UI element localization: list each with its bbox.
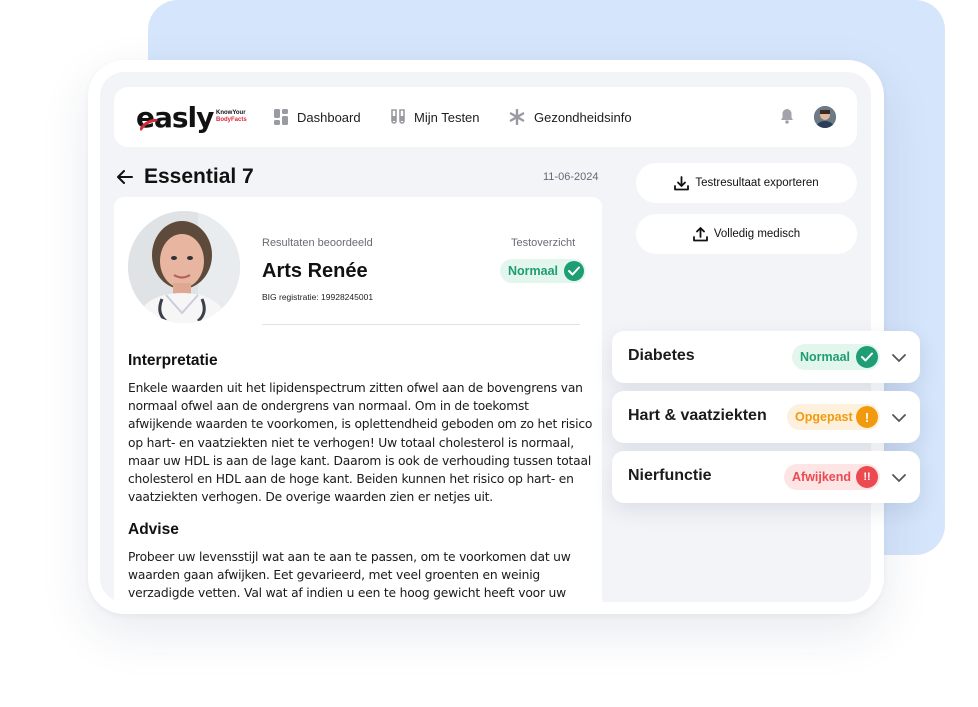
test-date: 11-06-2024 bbox=[543, 171, 599, 183]
nav-item-gezondheidsinfo[interactable]: Gezondheidsinfo bbox=[509, 87, 632, 147]
dashboard-icon bbox=[274, 109, 288, 125]
chevron-down-icon[interactable] bbox=[892, 410, 906, 428]
export-result-label: Testresultaat exporteren bbox=[695, 177, 819, 189]
doctor-name: Arts Renée bbox=[262, 260, 368, 282]
nav-label-dashboard: Dashboard bbox=[297, 109, 361, 125]
overview-status-text: Normaal bbox=[508, 264, 559, 278]
chevron-down-icon[interactable] bbox=[892, 350, 906, 368]
result-row-hart-vaatziekten[interactable]: Hart & vaatziekten Opgepast ! bbox=[612, 391, 920, 443]
asterisk-icon bbox=[509, 109, 525, 125]
test-overview-label: Testoverzicht bbox=[511, 237, 576, 249]
interpretation-title: Interpretatie bbox=[128, 352, 218, 369]
chevron-down-icon[interactable] bbox=[892, 470, 906, 488]
page-title: Essential 7 bbox=[144, 165, 254, 188]
full-medical-button[interactable]: Volledig medisch bbox=[636, 214, 857, 254]
result-label: Hart & vaatziekten bbox=[628, 407, 767, 424]
nav-item-mijn-testen[interactable]: Mijn Testen bbox=[391, 87, 480, 147]
download-icon bbox=[674, 175, 690, 191]
test-tubes-icon bbox=[391, 109, 405, 125]
advice-text: Probeer uw levensstijl wat aan te aan te… bbox=[128, 550, 571, 601]
nav-label-mijn-testen: Mijn Testen bbox=[414, 109, 480, 125]
result-row-nierfunctie[interactable]: Nierfunctie Afwijkend !! bbox=[612, 451, 920, 503]
status-badge: Normaal bbox=[792, 344, 880, 370]
divider bbox=[262, 324, 580, 325]
exclamation-icon: ! bbox=[856, 406, 878, 428]
status-badge: Opgepast ! bbox=[787, 404, 880, 430]
doctor-photo bbox=[128, 211, 240, 323]
back-arrow-icon[interactable] bbox=[117, 170, 133, 189]
logo-swoosh-icon bbox=[140, 119, 158, 131]
bell-icon[interactable] bbox=[780, 108, 794, 129]
double-exclamation-icon: !! bbox=[856, 466, 878, 488]
result-card: Resultaten beoordeeld Testoverzicht Arts… bbox=[114, 197, 602, 602]
user-avatar[interactable] bbox=[814, 106, 836, 128]
advice-title: Advise bbox=[128, 521, 179, 538]
status-badge: Afwijkend !! bbox=[784, 464, 880, 490]
logo-tagline: KnowYour BodyFacts bbox=[216, 110, 247, 123]
big-registration: BIG registratie: 19928245001 bbox=[262, 292, 374, 302]
check-icon bbox=[856, 346, 878, 368]
full-medical-label: Volledig medisch bbox=[713, 228, 801, 240]
nav-label-gezondheidsinfo: Gezondheidsinfo bbox=[534, 109, 632, 125]
nav-item-dashboard[interactable]: Dashboard bbox=[274, 87, 361, 147]
upload-icon bbox=[692, 226, 708, 242]
interpretation-text: Enkele waarden uit het lipidenspectrum z… bbox=[128, 381, 593, 505]
check-icon bbox=[564, 261, 584, 281]
result-label: Diabetes bbox=[628, 347, 695, 364]
results-reviewed-label: Resultaten beoordeeld bbox=[262, 237, 373, 249]
export-result-button[interactable]: Testresultaat exporteren bbox=[636, 163, 857, 203]
top-navigation: easly KnowYour BodyFacts Dashboard Mijn … bbox=[114, 87, 857, 147]
result-row-diabetes[interactable]: Diabetes Normaal bbox=[612, 331, 920, 383]
overview-status-badge: Normaal bbox=[500, 259, 586, 283]
result-label: Nierfunctie bbox=[628, 467, 712, 484]
